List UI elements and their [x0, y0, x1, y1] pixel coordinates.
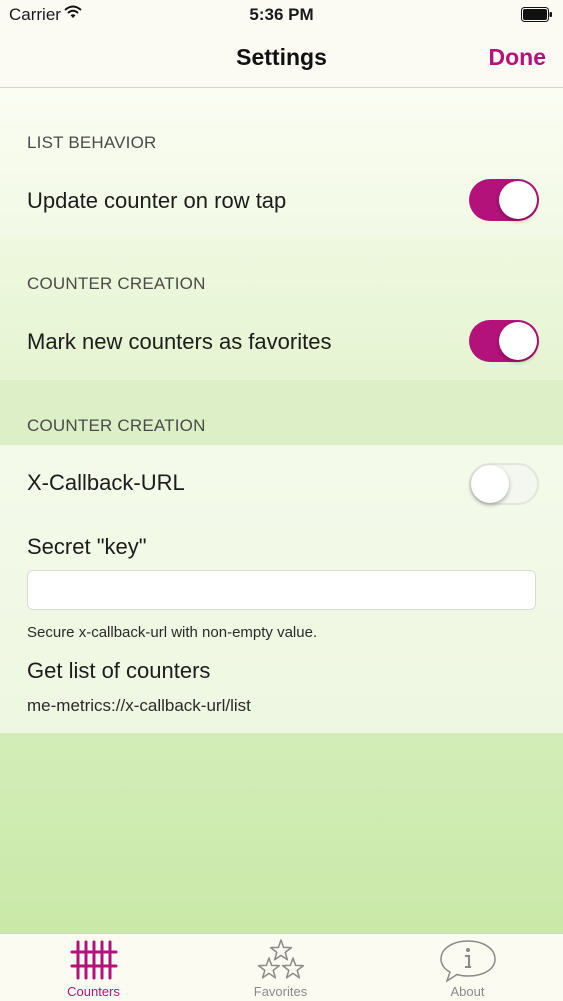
info-bubble-icon — [374, 938, 561, 989]
toggle-knob — [499, 322, 537, 360]
get-list-label: Get list of counters — [27, 658, 211, 683]
settings-list: LIST BEHAVIOR Update counter on row tap … — [0, 88, 563, 933]
stars-icon — [187, 938, 374, 987]
tab-favorites[interactable]: Favorites — [187, 934, 374, 1001]
section-header-counter-creation-2: COUNTER CREATION — [27, 416, 206, 435]
navigation-bar: Settings Done — [0, 30, 563, 88]
section-header-counter-creation: COUNTER CREATION — [27, 274, 206, 293]
secret-key-hint: Secure x-callback-url with non-empty val… — [27, 624, 318, 641]
update-counter-toggle[interactable] — [469, 179, 539, 221]
list-url: me-metrics://x-callback-url/list — [27, 696, 251, 715]
toggle-knob — [471, 465, 509, 503]
secret-key-label: Secret "key" — [27, 534, 147, 559]
done-button[interactable]: Done — [489, 44, 547, 71]
battery-icon — [521, 7, 553, 27]
x-callback-url-toggle[interactable] — [469, 463, 539, 505]
x-callback-url-label: X-Callback-URL — [27, 470, 185, 495]
tab-counters[interactable]: Counters — [0, 934, 187, 1001]
page-title: Settings — [236, 44, 327, 70]
status-time: 5:36 PM — [249, 5, 314, 24]
section-header-list-behavior: LIST BEHAVIOR — [27, 133, 157, 152]
update-counter-label: Update counter on row tap — [27, 188, 287, 213]
secret-key-input[interactable] — [27, 570, 536, 610]
status-bar: Carrier 5:36 PM — [0, 0, 563, 30]
tab-counters-label: Counters — [67, 984, 120, 999]
toggle-knob — [499, 181, 537, 219]
tab-favorites-label: Favorites — [253, 984, 308, 999]
tally-marks-icon — [0, 938, 187, 987]
tab-about-label: About — [450, 984, 485, 999]
tab-about[interactable]: About — [374, 934, 561, 1001]
mark-favorites-label: Mark new counters as favorites — [27, 329, 332, 354]
mark-favorites-toggle[interactable] — [469, 320, 539, 362]
tab-bar: Counters Favorites About — [0, 933, 563, 1001]
